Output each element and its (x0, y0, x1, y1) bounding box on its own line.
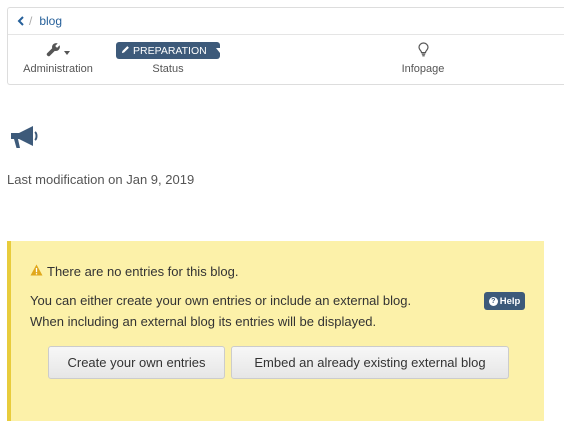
wrench-icon (46, 42, 61, 60)
megaphone-icon (9, 124, 41, 157)
administration-label: Administration (23, 63, 93, 75)
help-button-label: Help (499, 295, 521, 307)
warning-icon (30, 264, 43, 279)
help-button[interactable]: ? Help (484, 292, 525, 310)
breadcrumb-separator: / (29, 14, 33, 28)
breadcrumb: / blog (8, 8, 564, 35)
infopage-link[interactable]: Infopage (378, 36, 468, 84)
caret-down-icon (215, 48, 224, 53)
question-circle-icon: ? (488, 296, 498, 306)
embed-external-blog-button[interactable]: Embed an already existing external blog (231, 346, 509, 379)
administration-menu[interactable]: Administration (18, 36, 98, 84)
lightbulb-icon (417, 42, 429, 60)
chevron-left-icon[interactable] (17, 14, 27, 29)
empty-blog-notice: There are no entries for this blog. You … (7, 241, 544, 421)
status-menu[interactable]: PREPARATION Status (108, 36, 228, 84)
infopage-label: Infopage (401, 63, 445, 75)
last-modification-text: Last modification on Jan 9, 2019 (7, 172, 195, 187)
pencil-icon (121, 45, 130, 57)
notice-line-2: When including an external blog its entr… (30, 314, 377, 329)
status-badge[interactable]: PREPARATION (116, 42, 224, 59)
notice-title: There are no entries for this blog. (30, 264, 239, 279)
notice-line-1: You can either create your own entries o… (30, 293, 412, 308)
status-badge-label: PREPARATION (133, 44, 207, 57)
notice-title-text: There are no entries for this blog. (47, 264, 239, 279)
create-own-entries-button[interactable]: Create your own entries (48, 346, 225, 379)
status-label: Status (152, 63, 184, 75)
breadcrumb-blog-link[interactable]: blog (39, 14, 62, 28)
caret-down-icon (64, 50, 70, 55)
toolbar: / blog Administration PREPARATION Status (7, 7, 564, 85)
